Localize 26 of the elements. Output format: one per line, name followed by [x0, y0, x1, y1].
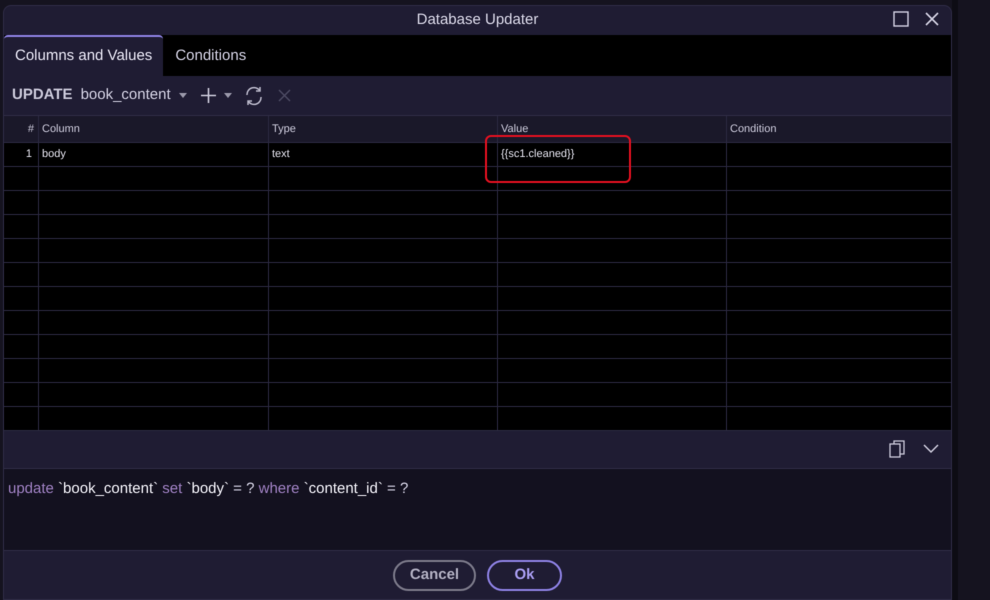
chevron-down-icon[interactable]: [923, 444, 939, 454]
table-dropdown[interactable]: book_content: [80, 84, 187, 107]
maximize-icon[interactable]: [893, 11, 909, 27]
refresh-icon[interactable]: [244, 86, 264, 106]
column-header: Type: [272, 122, 296, 137]
table-cell-text: body: [42, 147, 66, 162]
close-icon[interactable]: [925, 12, 939, 26]
ok-button[interactable]: Ok: [487, 560, 562, 591]
plus-icon: [200, 88, 216, 103]
tab[interactable]: Conditions: [163, 35, 258, 76]
column-header: Column: [42, 122, 80, 137]
cancel-button[interactable]: Cancel: [393, 560, 476, 591]
window-title: Database Updater: [416, 10, 538, 30]
table-cell-text: 1: [26, 147, 32, 162]
statement-label: UPDATE: [12, 85, 73, 106]
tab[interactable]: Columns and Values: [4, 35, 164, 76]
sql-statement: update `book_content` set `body` = ? where `content_id` = ?: [8, 479, 408, 499]
add-button[interactable]: [200, 88, 232, 103]
column-header: #: [28, 122, 34, 137]
copy-icon[interactable]: [889, 440, 905, 458]
table-cell-text: text: [272, 147, 290, 162]
caret-icon: [178, 93, 187, 98]
table-cell-text: {{sc1.cleaned}}: [501, 147, 574, 162]
caret-icon: [224, 93, 232, 98]
column-header: Value: [501, 122, 528, 137]
column-header: Condition: [730, 122, 776, 137]
